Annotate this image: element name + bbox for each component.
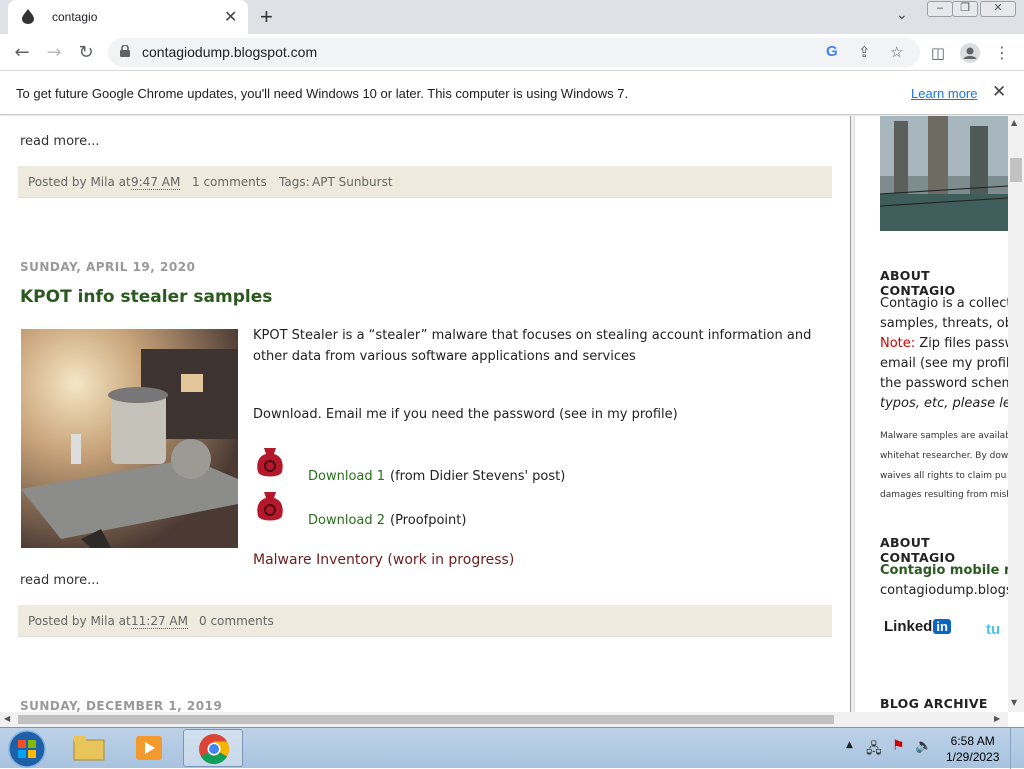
- chrome-taskbar-button[interactable]: [183, 729, 243, 767]
- browser-tab[interactable]: contagio ✕: [8, 0, 248, 34]
- scroll-up-icon[interactable]: ▲: [1011, 118, 1017, 127]
- sidebar-header-image: [880, 116, 1008, 231]
- clock-date: 1/29/2023: [946, 750, 1000, 764]
- minimize-button[interactable]: –: [927, 1, 953, 17]
- url-text: contagiodump.blogspot.com: [142, 44, 318, 60]
- show-hidden-icons[interactable]: ▲: [846, 740, 853, 750]
- start-button-icon[interactable]: [8, 730, 46, 768]
- windows-taskbar: ▲ 🖧 ⚑ 🔈 6:58 AM 1/29/2023: [0, 727, 1024, 769]
- infobar-message: To get future Google Chrome updates, you…: [16, 86, 629, 101]
- tab-search-icon[interactable]: ⌄: [896, 7, 908, 23]
- about-italic-line: typos, etc, please le: [880, 396, 1008, 411]
- lock-icon: [120, 45, 130, 57]
- note-line: Note: Zip files passw: [880, 334, 1008, 354]
- action-center-icon[interactable]: ⚑: [892, 738, 905, 754]
- tab-title: contagio: [52, 10, 98, 24]
- download-2-note: (Proofpoint): [390, 513, 467, 528]
- post-date: SUNDAY, APRIL 19, 2020: [20, 260, 196, 274]
- about-text-line: the password schem: [880, 376, 1008, 391]
- tag-link[interactable]: APT Sunburst: [312, 175, 393, 189]
- read-more-link[interactable]: read more...: [20, 573, 99, 588]
- update-infobar: To get future Google Chrome updates, you…: [0, 71, 1024, 115]
- post-footer: Posted by Mila at 11:27 AM 0 comments: [18, 605, 832, 637]
- new-tab-button[interactable]: +: [260, 4, 273, 30]
- biohazard-icon: [257, 492, 283, 521]
- download-2-link[interactable]: Download 2: [308, 513, 385, 528]
- file-explorer-icon[interactable]: [72, 734, 106, 762]
- network-icon[interactable]: 🖧: [866, 738, 882, 762]
- taskbar-clock[interactable]: 6:58 AM 1/29/2023: [946, 733, 999, 765]
- post-body-line2: other data from various software applica…: [253, 349, 636, 364]
- post-time-link[interactable]: 11:27 AM: [131, 614, 188, 629]
- comments-link[interactable]: 0 comments: [199, 614, 274, 628]
- about-text-line: samples, threats, ob: [880, 316, 1008, 331]
- linkedin-icon: in: [933, 619, 951, 634]
- google-lens-icon[interactable]: G: [826, 43, 838, 60]
- horizontal-scroll-thumb[interactable]: [18, 715, 834, 724]
- twitter-icon[interactable]: tu: [986, 621, 1000, 638]
- blog-archive-heading: BLOG ARCHIVE: [880, 696, 988, 711]
- about-text-line: Contagio is a collect: [880, 296, 1008, 311]
- tab-close-icon[interactable]: ✕: [224, 7, 237, 27]
- back-button[interactable]: ←: [10, 41, 34, 65]
- contagio-mobile-url: contagiodump.blogs: [880, 583, 1008, 598]
- disclaimer-line: waives all rights to claim pu: [880, 471, 1007, 481]
- posted-by: Posted by Mila at: [28, 614, 131, 628]
- about-text-line: email (see my profil: [880, 356, 1008, 371]
- window-close-button[interactable]: ✕: [980, 1, 1016, 17]
- linkedin-text: Linked: [884, 618, 933, 635]
- download-1-link[interactable]: Download 1: [308, 469, 385, 484]
- chrome-icon: [199, 734, 230, 765]
- scroll-right-icon[interactable]: ▶: [994, 714, 1000, 723]
- volume-icon[interactable]: 🔈: [915, 738, 932, 754]
- disclaimer-line: damages resulting from mish: [880, 490, 1008, 500]
- menu-icon[interactable]: ⋮: [990, 41, 1014, 65]
- post-time-link[interactable]: 9:47 AM: [131, 175, 181, 190]
- favicon-icon: [22, 9, 34, 24]
- comments-link[interactable]: 1 comments: [192, 175, 267, 189]
- reload-button[interactable]: ↻: [74, 41, 98, 65]
- page-content: read more... Posted by Mila at 9:47 AM 1…: [0, 116, 1008, 712]
- malware-inventory-link[interactable]: Malware Inventory (work in progress): [253, 552, 514, 568]
- sidebar-divider: [850, 116, 855, 712]
- clock-time: 6:58 AM: [950, 734, 995, 748]
- posted-by: Posted by Mila at: [28, 175, 131, 189]
- forward-button[interactable]: →: [42, 41, 66, 65]
- show-desktop-button[interactable]: [1010, 728, 1024, 769]
- horizontal-scrollbar[interactable]: ◀ ▶: [0, 712, 1008, 727]
- address-bar[interactable]: contagiodump.blogspot.com G ⇪ ☆: [108, 38, 920, 67]
- biohazard-icon: [257, 448, 283, 477]
- disclaimer-line: Malware samples are availab: [880, 431, 1008, 441]
- linkedin-badge[interactable]: Linked in: [884, 616, 951, 636]
- learn-more-link[interactable]: Learn more: [911, 86, 977, 101]
- post-title-link[interactable]: KPOT info stealer samples: [20, 287, 272, 307]
- vertical-scroll-thumb[interactable]: [1010, 158, 1022, 182]
- scroll-down-icon[interactable]: ▼: [1011, 698, 1017, 707]
- post-body-line1: KPOT Stealer is a “stealer” malware that…: [253, 328, 812, 343]
- read-more-link[interactable]: read more...: [20, 134, 99, 149]
- tab-strip: contagio ✕ + ⌄ – ❐ ✕: [0, 0, 1024, 34]
- disclaimer-line: whitehat researcher. By dow: [880, 451, 1008, 461]
- post-date: SUNDAY, DECEMBER 1, 2019: [20, 699, 223, 712]
- side-panel-icon[interactable]: ◫: [926, 41, 950, 65]
- note-label: Note:: [880, 336, 916, 351]
- bookmark-star-icon[interactable]: ☆: [890, 43, 903, 61]
- media-player-icon[interactable]: [134, 734, 164, 762]
- post-image: [21, 329, 238, 548]
- tags-label: Tags:: [279, 175, 310, 189]
- share-icon[interactable]: ⇪: [858, 43, 871, 61]
- download-1-note: (from Didier Stevens' post): [390, 469, 566, 484]
- download-note: Download. Email me if you need the passw…: [253, 407, 678, 422]
- profile-avatar-icon[interactable]: [960, 43, 980, 63]
- vertical-scrollbar[interactable]: ▲ ▼: [1008, 116, 1024, 712]
- scroll-left-icon[interactable]: ◀: [4, 714, 10, 723]
- restore-button[interactable]: ❐: [952, 1, 978, 17]
- post-footer: Posted by Mila at 9:47 AM 1 comments Tag…: [18, 166, 832, 198]
- browser-toolbar: ← → ↻ contagiodump.blogspot.com G ⇪ ☆ ◫ …: [0, 34, 1024, 71]
- note-rest: Zip files passw: [915, 336, 1008, 351]
- infobar-close-icon[interactable]: ✕: [992, 82, 1006, 102]
- contagio-mobile-link[interactable]: Contagio mobile mi: [880, 561, 1008, 581]
